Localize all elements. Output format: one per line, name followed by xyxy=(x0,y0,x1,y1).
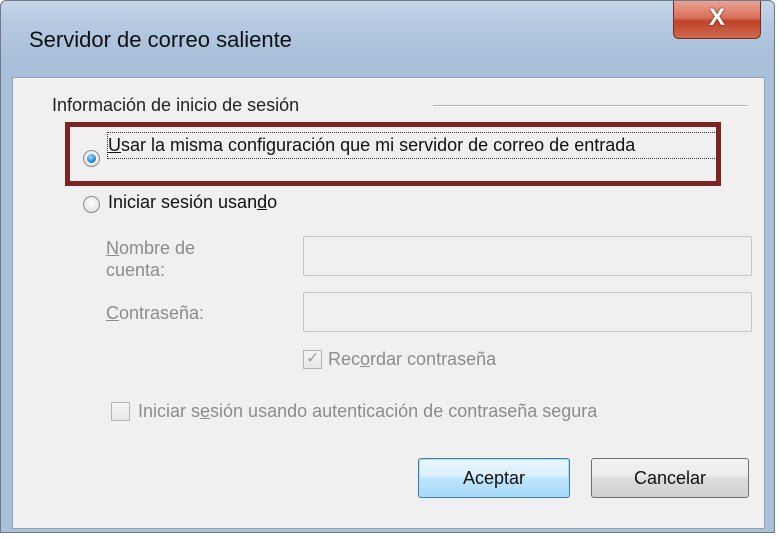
login-text-prefix: Iniciar sesión usan xyxy=(108,192,258,212)
remember-password-label[interactable]: Recordar contraseña xyxy=(328,349,496,370)
secure-auth-checkbox[interactable] xyxy=(111,402,130,421)
dialog-title: Servidor de correo saliente xyxy=(29,27,292,52)
secure-auth-label[interactable]: Iniciar sesión usando autenticación de c… xyxy=(138,401,597,422)
secure-accel: e xyxy=(200,401,211,421)
title-bar[interactable]: Servidor de correo saliente X xyxy=(1,1,774,77)
remember-password-checkbox[interactable]: ✓ xyxy=(303,350,322,369)
dialog-body: Información de inicio de sesión Usar la … xyxy=(12,77,765,529)
ok-button[interactable]: Aceptar xyxy=(418,458,570,498)
group-label-login-info: Información de inicio de sesión xyxy=(52,95,300,116)
radio-login-using-label[interactable]: Iniciar sesión usando xyxy=(108,192,277,213)
dialog-window: Servidor de correo saliente X Informació… xyxy=(0,0,775,533)
password-accel: C xyxy=(106,303,119,323)
close-icon: X xyxy=(708,4,725,31)
radio-login-using[interactable] xyxy=(83,196,100,213)
account-label-text: ombre de cuenta: xyxy=(106,238,196,280)
group-divider xyxy=(433,105,748,107)
account-accel: N xyxy=(106,238,119,258)
remember-prefix: Rec xyxy=(328,349,361,369)
password-label: Contraseña: xyxy=(106,302,204,324)
remember-suffix: rdar contraseña xyxy=(370,349,497,369)
remember-accel: o xyxy=(360,349,371,369)
password-input[interactable] xyxy=(303,292,752,332)
close-button[interactable]: X xyxy=(673,1,761,39)
secure-suffix: sión usando autenticación de contraseña … xyxy=(210,401,598,421)
account-name-input[interactable] xyxy=(303,236,752,276)
account-name-label: Nombre de cuenta: xyxy=(106,237,256,281)
checkmark-icon: ✓ xyxy=(306,350,320,367)
secure-prefix: Iniciar s xyxy=(138,401,201,421)
password-label-text: ontraseña: xyxy=(119,303,205,323)
highlight-annotation-box xyxy=(65,122,721,186)
cancel-button[interactable]: Cancelar xyxy=(591,458,749,498)
login-accel: d xyxy=(257,192,268,212)
login-text-suffix: o xyxy=(267,192,278,212)
